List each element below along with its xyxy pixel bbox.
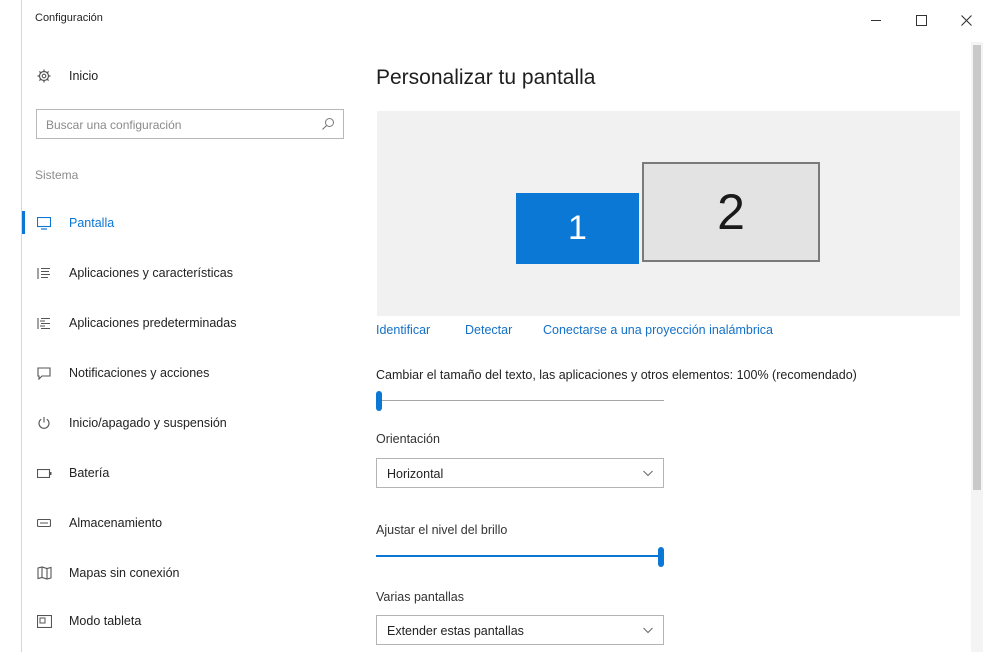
sidebar-item-label: Batería — [69, 466, 110, 480]
identify-link[interactable]: Identificar — [376, 323, 430, 337]
orientation-value: Horizontal — [387, 467, 444, 481]
sidebar-item-label: Pantalla — [69, 216, 115, 230]
gear-icon — [36, 68, 52, 84]
default-apps-icon — [36, 315, 52, 331]
display-arrangement-area: 1 2 — [377, 111, 960, 316]
window-title: Configuración — [35, 12, 103, 24]
multiple-displays-value: Extender estas pantallas — [387, 624, 524, 638]
sidebar-item-label: Modo tableta — [69, 614, 142, 628]
brightness-label: Ajustar el nivel del brillo — [376, 523, 508, 537]
notification-icon — [36, 365, 52, 381]
sidebar-item-label: Inicio/apagado y suspensión — [69, 416, 227, 430]
sidebar-item-tablet-mode[interactable]: Modo tableta — [22, 606, 342, 636]
detect-link[interactable]: Detectar — [465, 323, 512, 337]
title-bar: Configuración — [22, 0, 993, 40]
monitor-1[interactable]: 1 — [516, 193, 639, 264]
sidebar-section-label: Sistema — [35, 168, 79, 182]
slider-track — [376, 400, 664, 401]
close-icon — [960, 14, 972, 26]
scrollbar[interactable] — [971, 42, 983, 652]
sidebar-item-label: Notificaciones y acciones — [69, 366, 210, 380]
multiple-displays-label: Varias pantallas — [376, 590, 465, 604]
power-icon — [36, 415, 52, 431]
brightness-slider[interactable] — [376, 547, 664, 567]
tablet-icon — [36, 613, 52, 629]
sidebar-item-notifications[interactable]: Notificaciones y acciones — [22, 358, 342, 388]
sidebar-item-power[interactable]: Inicio/apagado y suspensión — [22, 408, 342, 438]
orientation-select[interactable]: Horizontal — [376, 458, 664, 488]
chevron-down-icon — [643, 470, 653, 477]
maximize-button[interactable] — [904, 6, 938, 34]
scrollbar-thumb[interactable] — [973, 45, 981, 490]
settings-window: Configuración Inicio Buscar una configur… — [21, 0, 993, 652]
multiple-displays-select[interactable]: Extender estas pantallas — [376, 615, 664, 645]
sidebar-item-apps-features[interactable]: Aplicaciones y características — [22, 258, 342, 288]
battery-icon — [36, 465, 52, 481]
search-input[interactable]: Buscar una configuración — [36, 109, 344, 139]
wireless-display-link[interactable]: Conectarse a una proyección inalámbrica — [543, 323, 773, 337]
sidebar-item-label: Almacenamiento — [69, 516, 163, 530]
sidebar-item-battery[interactable]: Batería — [22, 458, 342, 488]
sidebar-item-label: Aplicaciones predeterminadas — [69, 316, 237, 330]
sidebar-item-label: Aplicaciones y características — [69, 266, 233, 280]
map-icon — [36, 565, 52, 581]
sidebar-item-label: Mapas sin conexión — [69, 566, 180, 580]
minimize-button[interactable] — [859, 6, 893, 34]
sidebar-home-label: Inicio — [69, 69, 99, 83]
maximize-icon — [915, 14, 927, 26]
page-title: Personalizar tu pantalla — [376, 66, 596, 89]
sidebar-item-pantalla[interactable]: Pantalla — [22, 208, 342, 238]
scale-slider[interactable] — [376, 391, 664, 411]
minimize-icon — [871, 19, 881, 21]
sidebar-item-offline-maps[interactable]: Mapas sin conexión — [22, 558, 342, 588]
monitor-icon — [36, 215, 52, 231]
chevron-down-icon — [643, 627, 653, 634]
orientation-label: Orientación — [376, 432, 440, 446]
storage-icon — [36, 515, 52, 531]
sidebar-item-home[interactable]: Inicio — [22, 61, 342, 91]
scale-label: Cambiar el tamaño del texto, las aplicac… — [376, 368, 857, 382]
apps-list-icon — [36, 265, 52, 281]
slider-thumb[interactable] — [376, 391, 382, 411]
sidebar-item-storage[interactable]: Almacenamiento — [22, 508, 342, 538]
search-icon — [322, 118, 334, 130]
search-placeholder: Buscar una configuración — [46, 118, 182, 132]
slider-thumb[interactable] — [658, 547, 664, 567]
slider-fill — [376, 555, 661, 557]
sidebar-item-default-apps[interactable]: Aplicaciones predeterminadas — [22, 308, 342, 338]
close-button[interactable] — [949, 6, 983, 34]
monitor-2[interactable]: 2 — [642, 162, 820, 262]
